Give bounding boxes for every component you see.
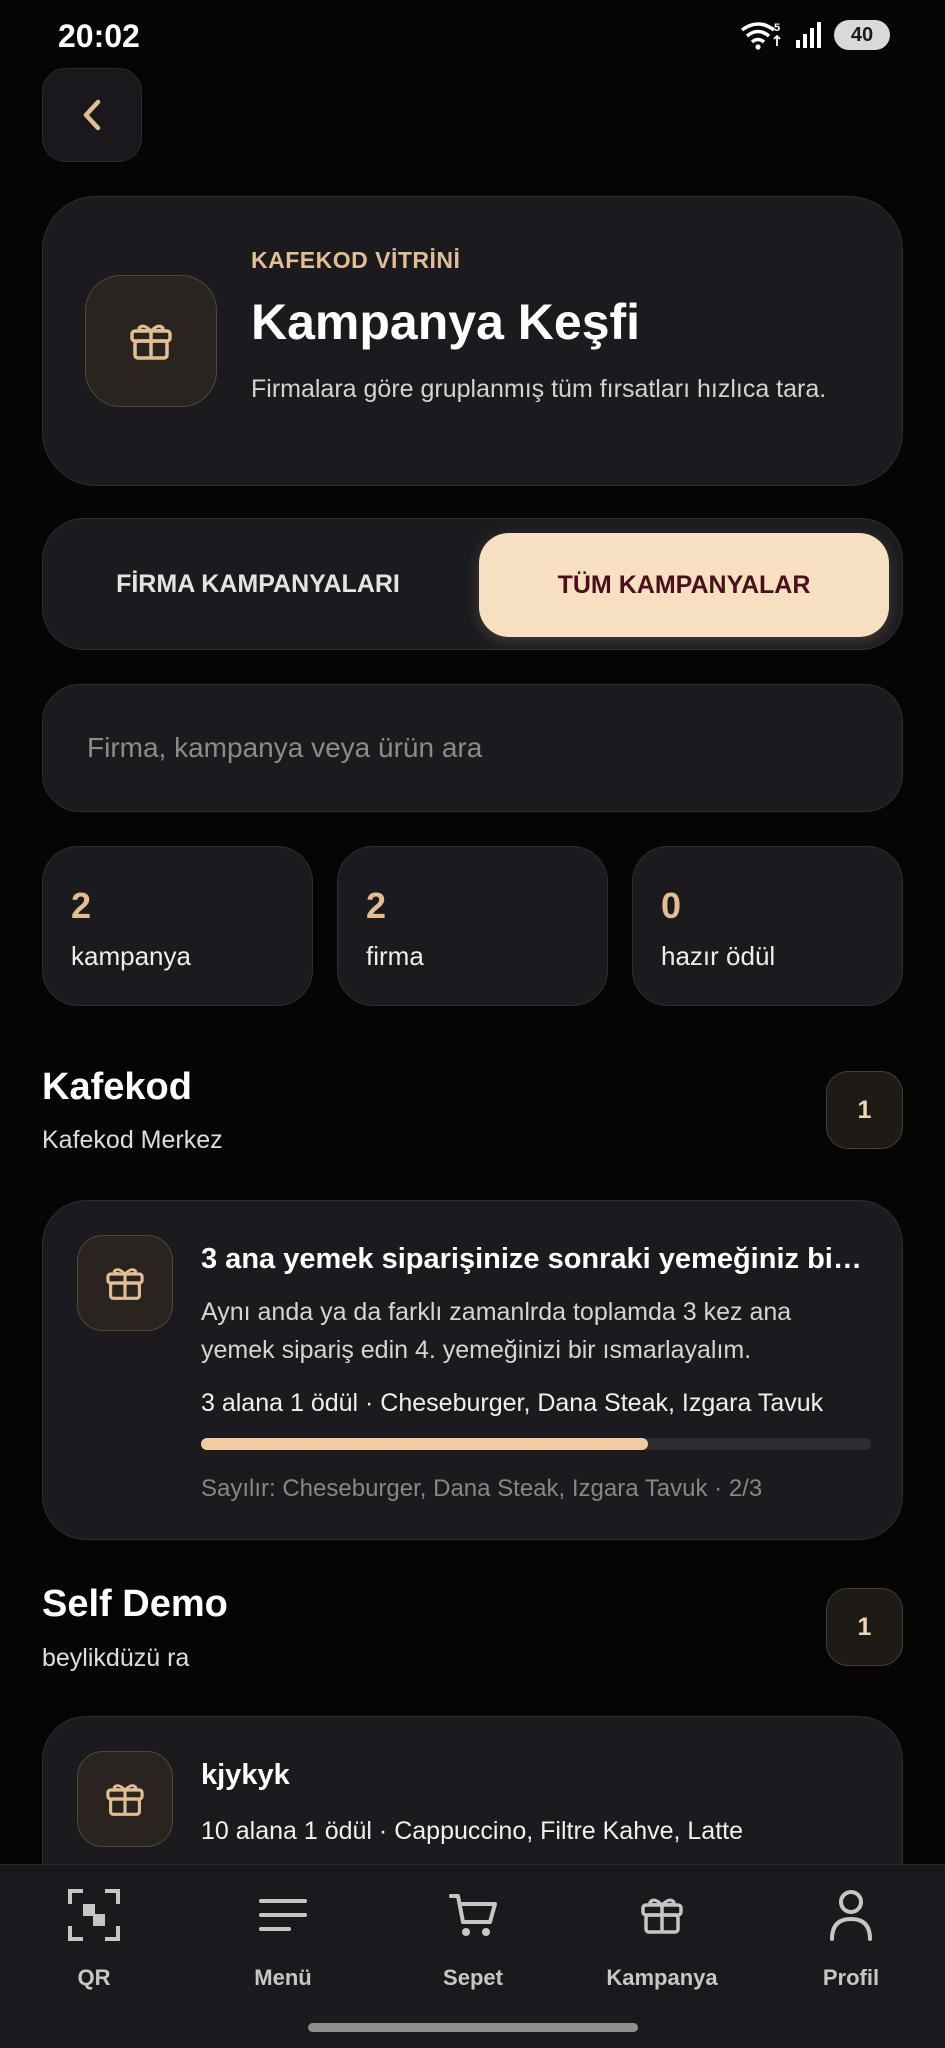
search-box	[42, 684, 903, 812]
menu-icon	[259, 1899, 307, 1931]
stat-value: 2	[71, 885, 92, 926]
campaign-reward: 10 alana 1 ödül · Cappuccino, Filtre Kah…	[201, 1817, 744, 1845]
stat-card-firma: 2 firma	[337, 846, 608, 1006]
nav-label: Sepet	[443, 1965, 503, 1990]
gift-icon	[641, 1898, 683, 1934]
battery-indicator: 40	[834, 20, 890, 50]
hero-card: KAFEKOD VİTRİNİ Kampanya Keşfi Firmalara…	[42, 196, 903, 486]
nav-label: Profil	[822, 1965, 880, 1990]
campaign-progress-bar	[201, 1438, 871, 1450]
stat-card-kampanya: 2 kampanya	[42, 846, 313, 1006]
group-title: Kafekod	[42, 1066, 192, 1108]
campaign-description: Aynı anda ya da farklı zamanlrda toplamd…	[201, 1298, 792, 1364]
qr-scan-icon	[68, 1889, 120, 1941]
stat-label: hazır ödül	[661, 941, 776, 971]
campaign-icon-box	[77, 1235, 173, 1331]
nav-item-menu[interactable]: Menü	[203, 1865, 363, 2015]
nav-item-qr[interactable]: QR	[14, 1865, 174, 2015]
wifi-badge: 5	[774, 22, 780, 34]
nav-item-kampanya[interactable]: Kampanya	[582, 1865, 742, 2015]
hero-eyebrow: KAFEKOD VİTRİNİ	[251, 247, 461, 273]
nav-item-sepet[interactable]: Sepet	[393, 1865, 553, 2015]
campaign-icon-box	[77, 1751, 173, 1847]
status-icons: 5 40	[740, 20, 890, 50]
bottom-nav: QR Menü Sepet Kampanya Profil	[0, 1864, 945, 2048]
campaign-progress-fill	[201, 1438, 648, 1450]
campaign-reward: 3 alana 1 ödül · Cheseburger, Dana Steak…	[201, 1389, 824, 1417]
group-count-badge: 1	[826, 1071, 903, 1149]
signal-icon	[796, 22, 821, 48]
campaign-card[interactable]: 3 ana yemek siparişinize sonraki yemeğin…	[42, 1200, 903, 1540]
back-button[interactable]	[42, 68, 142, 162]
stat-label: firma	[366, 941, 424, 971]
group-subtitle: Kafekod Merkez	[42, 1126, 223, 1154]
cart-icon	[449, 1894, 497, 1936]
status-bar: 20:02 5 40	[0, 0, 945, 74]
campaign-counts: Sayılır: Cheseburger, Dana Steak, Izgara…	[201, 1475, 763, 1502]
stat-label: kampanya	[71, 941, 191, 971]
nav-label: Menü	[254, 1965, 312, 1990]
group-subtitle: beylikdüzü ra	[42, 1644, 190, 1672]
nav-item-profil[interactable]: Profil	[771, 1865, 931, 2015]
nav-label: Kampanya	[606, 1965, 718, 1990]
stat-card-hazir-odul: 0 hazır ödül	[632, 846, 903, 1006]
group-count-badge: 1	[826, 1588, 903, 1666]
stat-value: 0	[661, 885, 682, 926]
wifi-icon: 5	[740, 22, 781, 50]
tab-tum-kampanyalar[interactable]: TÜM KAMPANYALAR	[479, 533, 889, 637]
gift-icon	[106, 1268, 144, 1300]
stat-value: 2	[366, 885, 387, 926]
gift-icon	[130, 324, 172, 360]
user-icon	[830, 1890, 872, 1941]
group-title: Self Demo	[42, 1583, 228, 1625]
hero-icon-box	[85, 275, 217, 407]
home-indicator	[308, 2023, 638, 2032]
page-title: Kampanya Keşfi	[251, 294, 641, 350]
tab-firma-kampanyalari[interactable]: FİRMA KAMPANYALARI	[43, 519, 473, 649]
segment-control: FİRMA KAMPANYALARI TÜM KAMPANYALAR	[42, 518, 903, 650]
hero-subtitle: Firmalara göre gruplanmış tüm fırsatları…	[251, 375, 827, 403]
gift-icon	[106, 1784, 144, 1816]
chevron-left-icon	[83, 99, 101, 131]
nav-label: QR	[77, 1965, 111, 1990]
campaign-title: kjykyk	[201, 1759, 290, 1791]
search-input[interactable]	[87, 685, 867, 811]
status-time: 20:02	[58, 18, 140, 54]
campaign-title: 3 ana yemek siparişinize sonraki yemeğin…	[201, 1243, 871, 1275]
